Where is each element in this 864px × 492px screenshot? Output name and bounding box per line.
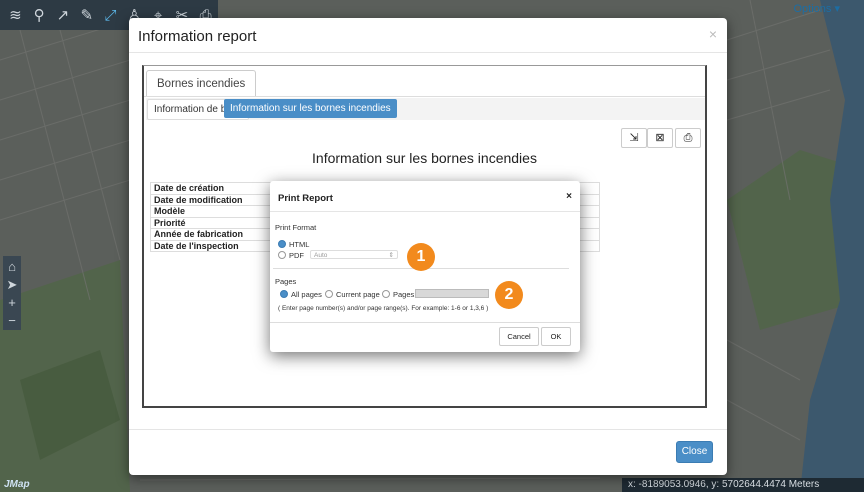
measure-icon[interactable]: ✎: [75, 2, 98, 28]
tab-bornes-incendies[interactable]: Bornes incendies: [146, 70, 257, 97]
zoom-in-icon[interactable]: +: [8, 294, 16, 312]
all-pages-label: All pages: [291, 290, 322, 299]
layers-icon[interactable]: ≋: [4, 2, 27, 28]
row-label: Année de fabrication: [150, 228, 283, 241]
pages-range-input[interactable]: [415, 289, 489, 298]
format-html-radio[interactable]: [278, 240, 286, 248]
modal-header: Information report ×: [129, 18, 727, 53]
export-icon[interactable]: ⇲: [621, 128, 647, 148]
export-excel-icon[interactable]: ⊠: [647, 128, 673, 148]
selection-icon[interactable]: ⤢: [99, 2, 122, 28]
pdf-size-value: Auto: [314, 252, 328, 259]
current-page-label: Current page: [336, 290, 380, 299]
callout-badge-1: 1: [407, 243, 435, 271]
map-controls: ⌂ ➤ + −: [3, 256, 21, 330]
close-button[interactable]: Close: [676, 441, 713, 463]
pdf-size-select[interactable]: Auto ⇕: [310, 250, 398, 259]
format-pdf-radio[interactable]: [278, 251, 286, 259]
footer-divider: [270, 322, 580, 323]
format-pdf-label: PDF: [289, 251, 304, 260]
print-report-icon[interactable]: ⎙: [675, 128, 701, 148]
row-label: Date de modification: [150, 193, 283, 206]
print-format-label: Print Format: [275, 223, 317, 232]
all-pages-radio[interactable]: [280, 290, 288, 298]
callout-badge-2: 2: [495, 281, 523, 309]
ok-button[interactable]: OK: [541, 327, 571, 346]
subtab-bar: Information de base Information sur les …: [146, 98, 705, 120]
locate-icon[interactable]: ➤: [7, 276, 18, 294]
pages-range-radio[interactable]: [382, 290, 390, 298]
row-label: Modèle: [150, 205, 283, 218]
chevron-updown-icon: ⇕: [388, 252, 394, 259]
row-label: Date de l'inspection: [150, 239, 283, 252]
jmap-logo: JMap: [4, 479, 30, 490]
subtab-information-bornes[interactable]: Information sur les bornes incendies: [224, 99, 397, 118]
print-dialog-close-icon[interactable]: ×: [566, 191, 572, 202]
search-icon[interactable]: ⚲: [28, 2, 51, 28]
tab-divider: [144, 96, 705, 97]
navigate-icon[interactable]: ↗: [52, 2, 75, 28]
pages-hint: ( Enter page number(s) and/or page range…: [278, 305, 489, 312]
print-dialog-divider: [270, 211, 580, 212]
pages-range-label: Pages:: [393, 290, 417, 299]
zoom-out-icon[interactable]: −: [8, 312, 16, 330]
pages-label: Pages: [275, 277, 297, 286]
row-label: Date de création: [150, 182, 283, 195]
report-title: Information sur les bornes incendies: [312, 150, 537, 166]
coordinates-readout: x: -8189053.0946, y: 5702644.4474 Meters: [622, 478, 864, 492]
modal-footer-divider: [129, 429, 727, 430]
modal-close-icon[interactable]: ×: [709, 26, 717, 42]
home-icon[interactable]: ⌂: [8, 258, 16, 276]
options-menu[interactable]: Options ▾: [794, 2, 841, 15]
format-html-label: HTML: [289, 240, 310, 249]
cancel-button[interactable]: Cancel: [499, 327, 539, 346]
modal-title: Information report: [138, 28, 257, 45]
row-label: Priorité: [150, 216, 283, 229]
print-dialog-title: Print Report: [278, 193, 333, 204]
current-page-radio[interactable]: [325, 290, 333, 298]
